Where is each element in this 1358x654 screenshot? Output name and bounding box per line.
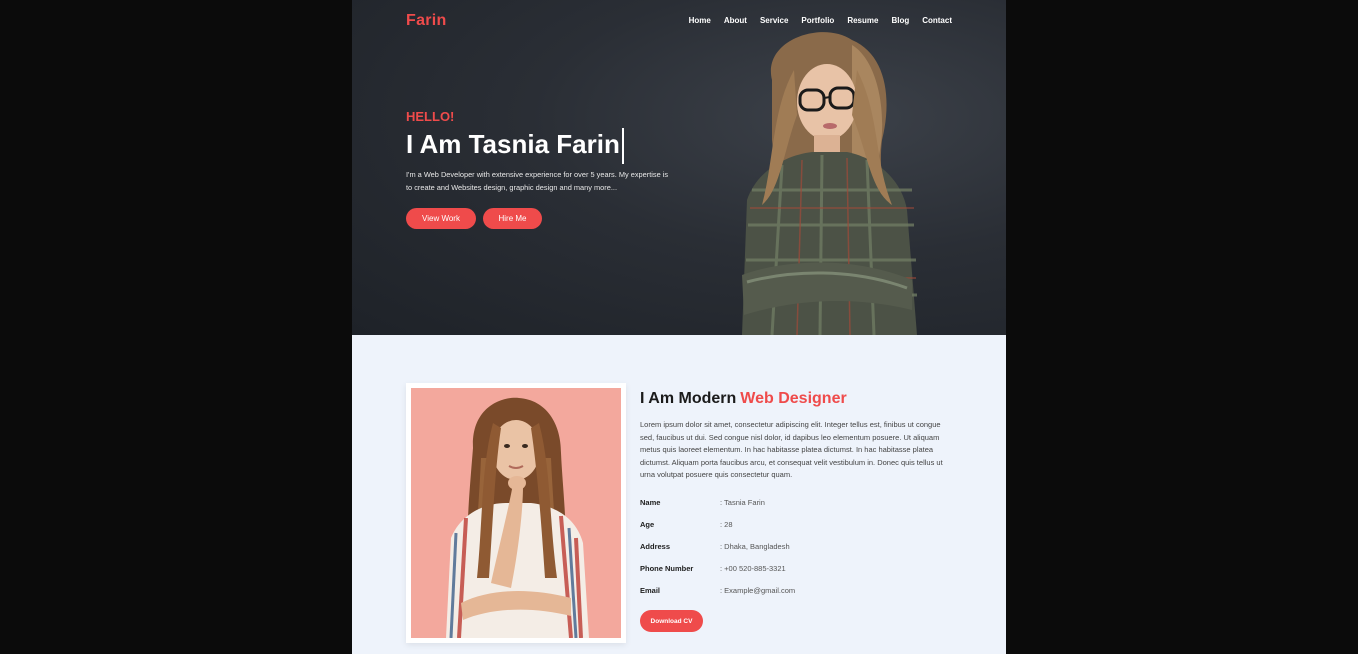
info-value: Example@gmail.com [720, 586, 795, 595]
info-label: Name [640, 498, 661, 508]
hero-greeting: HELLO! [406, 109, 455, 124]
typing-cursor [622, 128, 624, 164]
hero-portrait-image [742, 32, 917, 335]
download-cv-button[interactable]: Download CV [640, 610, 703, 632]
about-title-accent: Web Designer [740, 390, 847, 407]
about-photo-image [411, 388, 621, 638]
logo[interactable]: Farin [406, 12, 447, 30]
info-value: Tasnia Farin [720, 498, 765, 507]
info-value: +00 520-885-3321 [720, 564, 786, 573]
about-title-prefix: I Am Modern [640, 390, 737, 407]
info-row-email: Email Example@gmail.com [640, 580, 955, 602]
hero-headline: I Am Tasnia Farin [406, 129, 620, 159]
personal-info-list: Name Tasnia Farin Age 28 Address Dhaka, … [640, 492, 955, 602]
about-photo-frame [406, 383, 626, 643]
info-label: Email [640, 586, 661, 596]
view-work-button[interactable]: View Work [406, 208, 476, 229]
info-value: 28 [720, 520, 732, 529]
about-title: I Am Modern Web Designer [640, 390, 955, 412]
info-value: Dhaka, Bangladesh [720, 542, 789, 551]
hero-section: Farin Home About Service Portfolio Resum… [352, 0, 1006, 335]
about-section: I Am Modern Web Designer Lorem ipsum dolo… [640, 390, 955, 602]
info-row-name: Name Tasnia Farin [640, 492, 955, 514]
portfolio-page: Farin Home About Service Portfolio Resum… [352, 0, 1006, 654]
hire-me-button[interactable]: Hire Me [483, 208, 542, 229]
hero-intro: I'm a Web Developer with extensive exper… [406, 170, 669, 192]
info-row-address: Address Dhaka, Bangladesh [640, 536, 955, 558]
about-description: Lorem ipsum dolor sit amet, consectetur … [640, 420, 943, 480]
info-row-phone: Phone Number +00 520-885-3321 [640, 558, 955, 580]
info-label: Age [640, 520, 655, 530]
info-row-age: Age 28 [640, 514, 955, 536]
info-label: Address [640, 542, 671, 552]
info-label: Phone Number [640, 564, 694, 574]
